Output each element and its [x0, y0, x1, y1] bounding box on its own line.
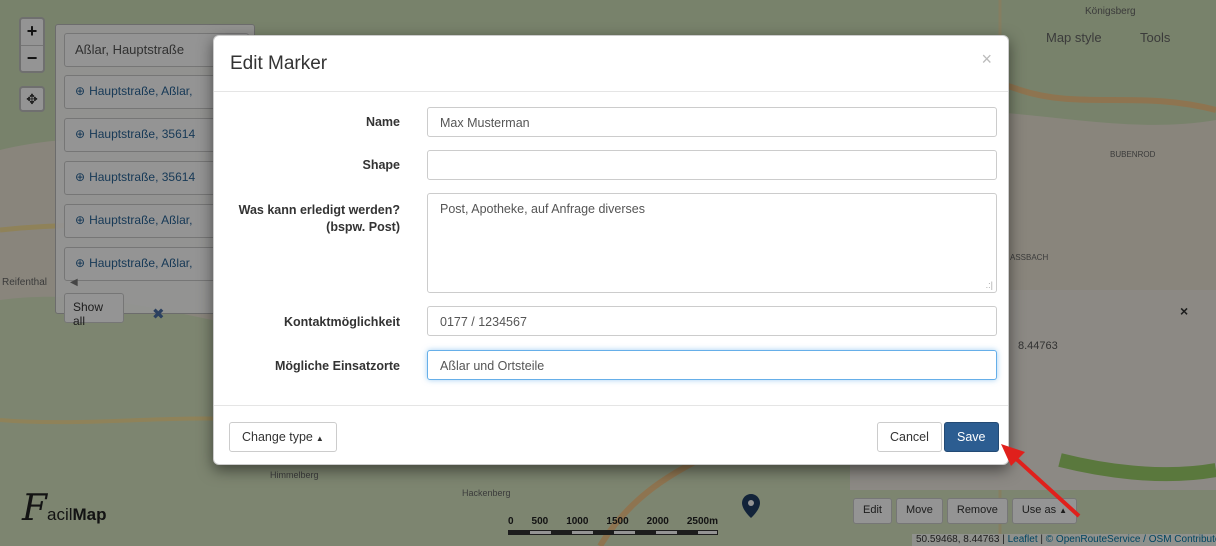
- modal-footer: Change type ▲ Cancel Save: [214, 406, 1008, 464]
- contact-field[interactable]: 0177 / 1234567: [427, 306, 997, 336]
- contact-label: Kontaktmöglichkeit: [284, 315, 400, 329]
- resize-grip-icon[interactable]: .:|: [986, 280, 993, 290]
- name-label: Name: [365, 115, 400, 129]
- annotation-arrow-icon: [1001, 444, 1081, 518]
- shape-field[interactable]: [427, 150, 997, 180]
- places-label: Mögliche Einsatzorte: [274, 359, 400, 373]
- edit-marker-dialog: Edit Marker × Name Max Musterman Shape W…: [213, 35, 1009, 465]
- todo-label: Was kann erledigt werden? (bspw. Post): [238, 203, 400, 234]
- save-button[interactable]: Save: [944, 422, 999, 452]
- cancel-button[interactable]: Cancel: [877, 422, 942, 452]
- modal-title: Edit Marker: [230, 53, 328, 74]
- modal-header: Edit Marker ×: [214, 36, 1008, 92]
- caret-up-icon: ▲: [315, 434, 324, 443]
- modal-body: Name Max Musterman Shape Was kann erledi…: [214, 92, 1008, 406]
- shape-label: Shape: [362, 158, 400, 172]
- places-field[interactable]: Aßlar und Ortsteile: [427, 350, 997, 380]
- name-field[interactable]: Max Musterman: [427, 107, 997, 137]
- change-type-button[interactable]: Change type ▲: [229, 422, 337, 452]
- close-icon[interactable]: ×: [981, 50, 992, 68]
- todo-textarea[interactable]: Post, Apotheke, auf Anfrage diverses .:|: [427, 193, 997, 293]
